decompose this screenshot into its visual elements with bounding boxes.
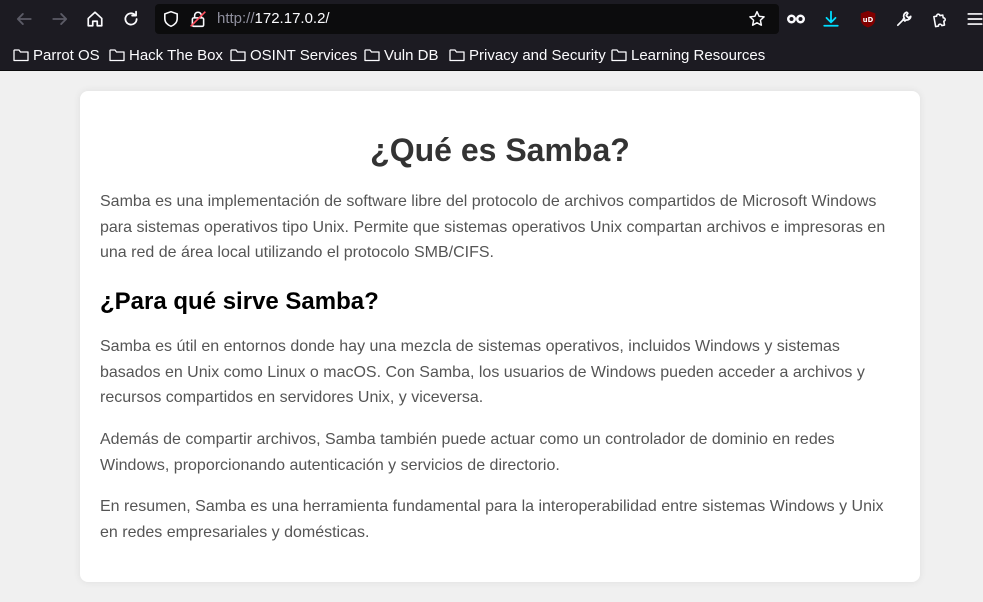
ublock-origin-button[interactable]: uD xyxy=(854,5,882,33)
back-arrow-icon xyxy=(16,13,32,25)
reload-icon xyxy=(124,10,138,26)
section-heading: ¿Para qué sirve Samba? xyxy=(100,288,379,315)
insecure-lock-icon[interactable] xyxy=(189,10,207,28)
bookmark-folder-osint-services[interactable]: OSINT Services xyxy=(230,45,357,65)
folder-icon xyxy=(230,49,246,62)
extensions-button[interactable] xyxy=(926,5,954,33)
downloads-button[interactable] xyxy=(817,5,845,33)
bookmark-folder-learning-resources[interactable]: Learning Resources xyxy=(611,45,765,65)
bookmark-label: Privacy and Security xyxy=(469,46,606,64)
folder-icon xyxy=(13,49,29,62)
reload-button[interactable] xyxy=(117,5,145,33)
hamburger-menu-icon xyxy=(967,13,983,25)
page-title: ¿Qué es Samba? xyxy=(370,132,630,168)
mask-icon xyxy=(787,14,805,24)
body-paragraph: En resumen, Samba es una herramienta fun… xyxy=(100,498,884,541)
address-bar[interactable]: http://172.17.0.2/ xyxy=(155,4,779,34)
bookmark-label: Parrot OS xyxy=(33,46,100,64)
body-paragraph: Además de compartir archivos, Samba tamb… xyxy=(100,431,835,474)
bookmark-label: Hack The Box xyxy=(129,46,223,64)
bookmark-folder-parrot-os[interactable]: Parrot OS xyxy=(13,45,100,65)
ublock-badge-text: uD xyxy=(863,16,874,24)
body-paragraph: Samba es útil en entornos donde hay una … xyxy=(100,338,865,406)
puzzle-piece-icon xyxy=(933,13,946,28)
bookmark-label: Learning Resources xyxy=(631,46,766,64)
tracking-protection-shield-icon[interactable] xyxy=(162,10,180,28)
forward-button[interactable] xyxy=(46,5,74,33)
tools-button[interactable] xyxy=(890,5,918,33)
folder-icon xyxy=(449,49,465,62)
browser-toolbar: http://172.17.0.2/ uD xyxy=(0,0,983,38)
bookmark-star-icon[interactable] xyxy=(748,10,766,28)
ublock-shield-icon: uD xyxy=(860,10,876,28)
menu-button[interactable] xyxy=(961,5,983,33)
bookmark-label: Vuln DB xyxy=(384,46,439,64)
folder-icon xyxy=(364,49,380,62)
home-button[interactable] xyxy=(81,5,109,33)
intro-paragraph: Samba es una implementación de software … xyxy=(100,193,886,261)
folder-icon xyxy=(109,49,125,62)
url-host: 172.17.0.2/ xyxy=(254,10,330,27)
bookmark-folder-privacy-and-security[interactable]: Privacy and Security xyxy=(449,45,606,65)
bookmark-folder-vuln-db[interactable]: Vuln DB xyxy=(364,45,438,65)
private-mask-button[interactable] xyxy=(782,5,810,33)
bookmark-folder-hack-the-box[interactable]: Hack The Box xyxy=(109,45,223,65)
forward-arrow-icon xyxy=(52,13,68,25)
url-protocol: http:// xyxy=(217,10,255,27)
download-icon xyxy=(823,10,839,27)
url-text[interactable]: http://172.17.0.2/ xyxy=(217,10,330,28)
bookmark-label: OSINT Services xyxy=(250,46,358,64)
home-icon xyxy=(87,11,103,27)
back-button[interactable] xyxy=(10,5,38,33)
wrench-icon xyxy=(896,11,912,27)
folder-icon xyxy=(611,49,627,62)
